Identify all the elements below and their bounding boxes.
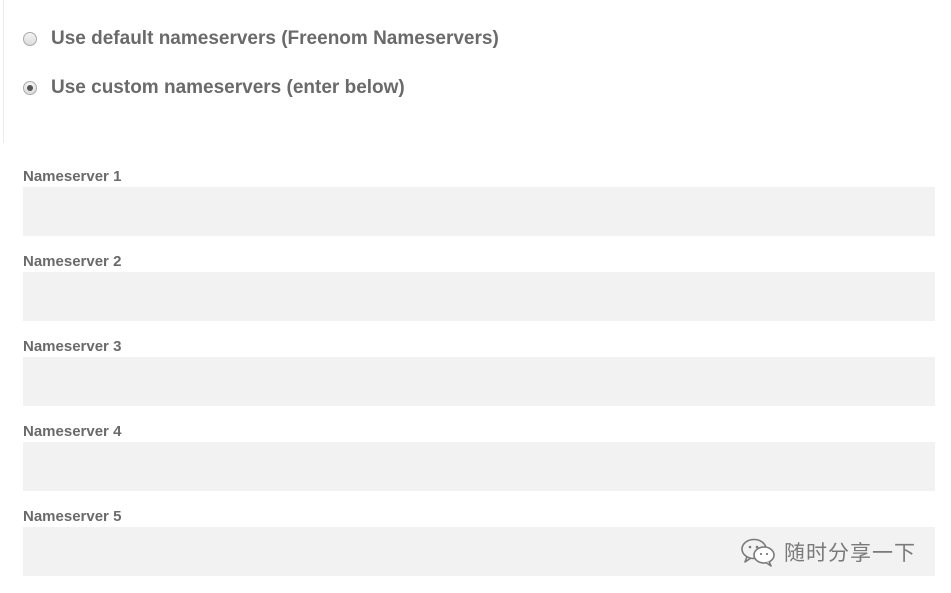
nameserver-field-2: Nameserver 2 [23, 251, 935, 336]
nameserver-5-label: Nameserver 5 [23, 508, 122, 525]
nameserver-field-4: Nameserver 4 [23, 421, 935, 506]
custom-nameservers-radio[interactable] [23, 81, 37, 95]
nameserver-2-label: Nameserver 2 [23, 253, 122, 270]
default-nameservers-radio[interactable] [23, 32, 37, 46]
default-nameservers-label[interactable]: Use default nameservers (Freenom Nameser… [51, 28, 499, 50]
wechat-watermark: 随时分享一下 [740, 536, 916, 568]
wechat-icon [741, 538, 775, 567]
custom-nameservers-option[interactable]: Use custom nameservers (enter below) [23, 73, 923, 103]
watermark-text: 随时分享一下 [784, 541, 916, 565]
nameserver-1-input[interactable] [23, 187, 935, 236]
default-nameservers-option[interactable]: Use default nameservers (Freenom Nameser… [23, 24, 923, 54]
nameserver-3-input[interactable] [23, 357, 935, 406]
nameserver-fields: Nameserver 1 Nameserver 2 Nameserver 3 N… [23, 166, 935, 591]
custom-nameservers-label[interactable]: Use custom nameservers (enter below) [51, 77, 405, 99]
nameserver-2-input[interactable] [23, 272, 935, 321]
nameserver-field-1: Nameserver 1 [23, 166, 935, 251]
nameserver-4-input[interactable] [23, 442, 935, 491]
nameserver-4-label: Nameserver 4 [23, 423, 122, 440]
nameserver-3-label: Nameserver 3 [23, 338, 122, 355]
nameserver-1-label: Nameserver 1 [23, 168, 122, 185]
nameserver-choice-group: Use default nameservers (Freenom Nameser… [23, 24, 923, 103]
nameserver-field-3: Nameserver 3 [23, 336, 935, 421]
section-divider [3, 0, 4, 143]
